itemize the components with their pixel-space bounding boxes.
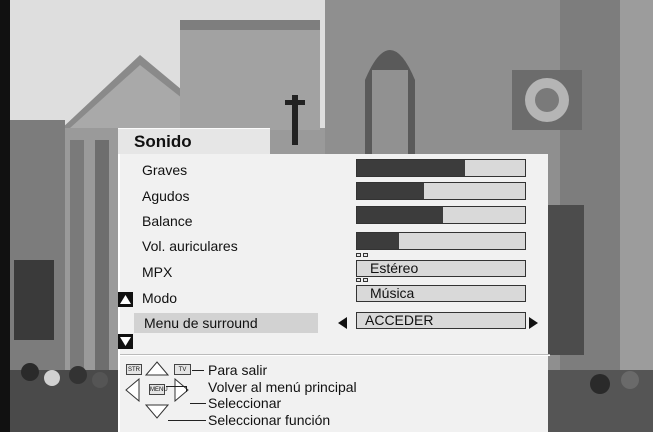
tv-key-icon: TV [174,364,191,375]
scroll-down-icon[interactable] [118,334,133,349]
modo-indicator-icon [356,278,370,284]
balance-level-fill [357,207,443,223]
left-key-icon [125,378,140,402]
agudos-level-fill [357,183,425,199]
menu-leader-line [166,386,186,387]
agudos-level-bar[interactable] [356,182,526,200]
str-key-icon: STR [126,364,142,375]
balance-level-bar[interactable] [356,206,526,224]
graves-level-bar[interactable] [356,159,526,177]
surround-acceder-button[interactable]: ACCEDER [356,312,526,329]
mpx-indicator-icon [356,253,370,259]
sound-menu-panel: Graves Agudos Balance Vol. auriculares M… [118,154,550,432]
graves-level-fill [357,160,465,176]
menu-item-vol-auriculares[interactable]: Vol. auriculares [142,236,322,256]
arrow-right-icon[interactable] [529,317,538,329]
select-leader-line [190,403,206,404]
menu-item-mpx[interactable]: MPX [142,262,322,282]
select-function-leader-line [168,420,206,421]
vol-auriculares-level-bar[interactable] [356,232,526,250]
arrow-left-icon[interactable] [338,317,347,329]
help-main-menu: Volver al menú principal [208,379,357,395]
modo-value[interactable]: Música [356,285,526,302]
menu-item-agudos[interactable]: Agudos [142,186,322,206]
vol-auriculares-level-fill [357,233,399,249]
menu-item-graves[interactable]: Graves [142,160,322,180]
mpx-value[interactable]: Estéreo [356,260,526,277]
help-divider [120,354,550,356]
menu-key-icon: MENU [149,384,168,395]
scroll-up-icon[interactable] [118,292,133,307]
menu-leader-joint [186,386,187,392]
down-key-icon [145,404,169,419]
menu-item-surround[interactable]: Menu de surround [134,313,318,333]
menu-item-modo[interactable]: Modo [142,288,322,308]
help-select: Seleccionar [208,395,282,411]
up-key-outline-icon [145,361,169,376]
help-exit: Para salir [208,362,268,378]
menu-title: Sonido [118,128,270,154]
menu-item-balance[interactable]: Balance [142,211,322,231]
exit-leader-line [192,370,204,371]
help-select-function: Seleccionar función [208,412,331,428]
